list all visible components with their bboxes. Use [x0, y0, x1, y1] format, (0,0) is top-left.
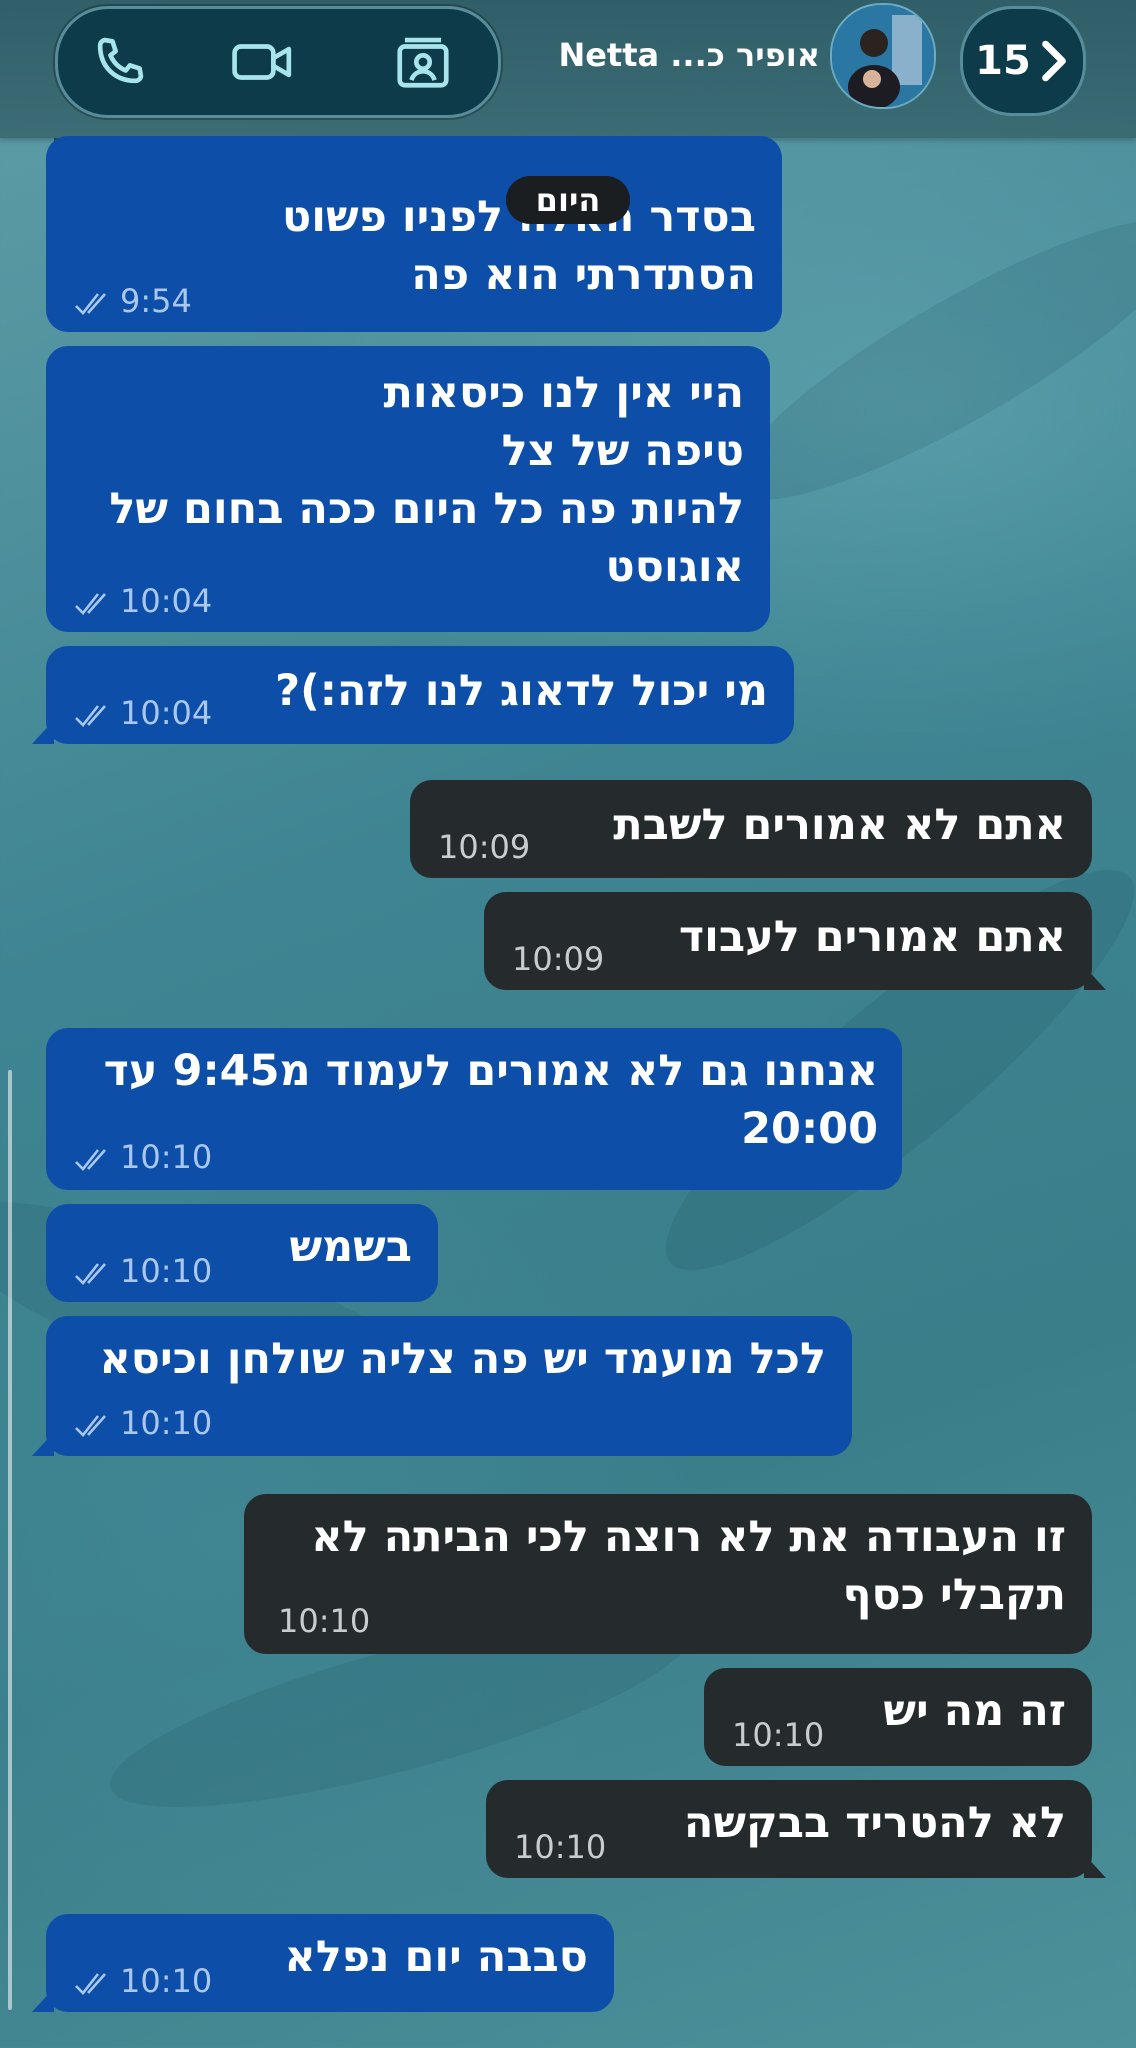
message-time: 9:54 [74, 282, 192, 320]
read-receipt-icon [75, 1263, 106, 1285]
message-time: 10:10 [732, 1716, 825, 1754]
message-text: אתם אמורים לעבוד [678, 912, 1066, 962]
date-separator: היום [506, 176, 630, 224]
read-receipt-icon [75, 1149, 106, 1171]
message-time: 10:10 [74, 1962, 212, 2000]
message-text: בשמש [289, 1222, 412, 1272]
back-button[interactable]: 15 [960, 6, 1086, 116]
message-bubble[interactable]: אתם אמורים לעבוד 10:09 [484, 892, 1106, 990]
video-call-button[interactable] [228, 29, 298, 95]
scrollbar[interactable] [8, 1070, 12, 2010]
call-actions-group [55, 6, 501, 118]
message-text: אנחנו גם לא אמורים לעמוד מ9:45 עד 20:00 [103, 1046, 878, 1154]
message-time: 10:04 [74, 582, 212, 620]
video-icon [232, 44, 292, 80]
message-text: היי אין לנו כיסאות טיפה של צל להיות פה כ… [109, 368, 744, 592]
read-receipt-icon [75, 705, 106, 727]
message-text: מי יכול לדאוג לנו לזה:)? [275, 666, 768, 716]
read-receipt-icon [75, 1415, 106, 1437]
message-bubble[interactable]: בסדר האלה לפניו פשוט הסתדרתי הוא פה 9:54 [46, 136, 782, 332]
contact-name[interactable]: אופיר כ... Netta [520, 30, 820, 80]
contact-card-icon [397, 37, 449, 88]
message-time: 10:04 [74, 694, 212, 732]
message-time: 10:10 [74, 1252, 212, 1290]
read-receipt-icon [75, 1973, 106, 1995]
message-bubble[interactable]: זה מה יש 10:10 [704, 1668, 1092, 1766]
message-text: זו העבודה את לא רוצה לכי הביתה לא תקבלי … [311, 1512, 1066, 1620]
read-receipt-icon [75, 593, 106, 615]
message-bubble[interactable]: אתם לא אמורים לשבת 10:09 [410, 780, 1092, 878]
message-bubble[interactable]: לכל מועמד יש פה צליה שולחן וכיסא 10:10 [32, 1316, 852, 1456]
message-time: 10:10 [74, 1138, 212, 1176]
message-time: 10:09 [438, 828, 531, 866]
contact-info-button[interactable] [388, 29, 458, 95]
message-bubble[interactable]: מי יכול לדאוג לנו לזה:)? 10:04 [32, 646, 794, 744]
message-time: 10:10 [514, 1828, 607, 1866]
message-text: לכל מועמד יש פה צליה שולחן וכיסא [99, 1334, 827, 1384]
unread-count: 15 [975, 38, 1031, 84]
message-text: אתם לא אמורים לשבת [613, 800, 1066, 850]
message-bubble[interactable]: בשמש 10:10 [46, 1204, 438, 1302]
phone-call-button[interactable] [84, 29, 154, 95]
chevron-right-icon [1041, 40, 1066, 82]
message-text: לא להטריד בבקשה [683, 1798, 1066, 1848]
message-time: 10:10 [74, 1404, 212, 1442]
message-bubble[interactable]: אנחנו גם לא אמורים לעמוד מ9:45 עד 20:00 … [46, 1028, 902, 1190]
message-bubble[interactable]: לא להטריד בבקשה 10:10 [486, 1780, 1106, 1878]
message-text: סבבה יום נפלא [284, 1932, 588, 1982]
phone-icon [97, 37, 144, 84]
message-bubble[interactable]: היי אין לנו כיסאות טיפה של צל להיות פה כ… [46, 346, 770, 632]
chat-header: אופיר כ... Netta 15 [0, 0, 1136, 138]
message-text: זה מה יש [883, 1686, 1066, 1736]
message-bubble[interactable]: זו העבודה את לא רוצה לכי הביתה לא תקבלי … [244, 1494, 1092, 1654]
avatar[interactable] [830, 3, 936, 109]
read-receipt-icon [75, 293, 106, 315]
message-bubble[interactable]: סבבה יום נפלא 10:10 [32, 1914, 614, 2012]
message-time: 10:10 [278, 1602, 371, 1640]
message-time: 10:09 [512, 940, 605, 978]
